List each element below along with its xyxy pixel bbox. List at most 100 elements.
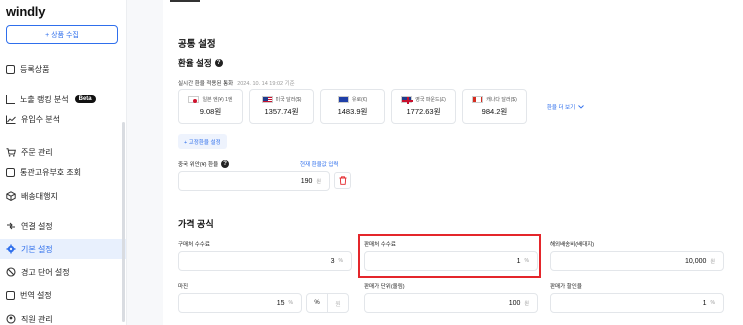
currency-label: 유로(€): [351, 97, 368, 103]
sidebar-item-label: 등록상품: [20, 64, 50, 74]
margin-label: 마진: [178, 284, 189, 290]
id-card-icon: [6, 167, 15, 177]
exchange-title-text: 환율 설정: [178, 58, 212, 68]
sidebar-item-inflow-analysis[interactable]: 유입수 분석: [0, 109, 126, 129]
fixed-rate-button[interactable]: + 고정환율 설정: [178, 134, 227, 149]
app-root: windly + 상품 수집 등록상품 노출 랭킹 분석 Beta 유입수 분석…: [0, 0, 743, 325]
exchange-title: 환율 설정 ?: [178, 57, 223, 69]
exchange-subtitle-text: 실시간 환율 적용된 통화: [178, 81, 234, 87]
current-rate-link[interactable]: 현재 환율값 입력: [300, 160, 338, 168]
sidebar-item-label: 번역 설정: [20, 290, 52, 300]
sidebar-item-label: 노출 랭킹 분석: [20, 94, 69, 104]
collect-product-button[interactable]: + 상품 수집: [6, 25, 118, 44]
more-rates-label: 환율 더 보기: [546, 104, 576, 111]
currency-cards: 일본 엔(¥) 1엔 9.08원 미국 달러($) 1357.74원 유로(€)…: [178, 89, 598, 124]
sidebar-item-basic-settings[interactable]: 기본 설정: [0, 239, 126, 259]
margin-input[interactable]: 15 %: [178, 293, 302, 313]
currency-card-eur[interactable]: 유로(€) 1483.9원: [320, 89, 385, 124]
discount-label: 판매가 할인율: [550, 284, 582, 290]
margin-percent-toggle[interactable]: %: [306, 293, 328, 313]
currency-card-cad[interactable]: 캐나다 달러($) 984.2원: [462, 89, 527, 124]
sidebar-item-warning-words[interactable]: 경고 단어 설정: [0, 262, 126, 282]
block-icon: [6, 267, 16, 277]
sidebar-item-connection-settings[interactable]: 연결 설정: [0, 216, 126, 236]
checkbox-icon: [6, 64, 15, 74]
sidebar-item-orders[interactable]: 주문 관리: [0, 142, 126, 162]
currency-card-usd[interactable]: 미국 달러($) 1357.74원: [249, 89, 314, 124]
canada-flag-icon: [472, 96, 484, 103]
sidebar-item-label: 유입수 분석: [21, 114, 61, 124]
price-formula-title: 가격 공식: [178, 219, 214, 229]
delete-button[interactable]: [334, 172, 351, 189]
sidebar-item-label: 주문 관리: [21, 147, 53, 157]
sidebar-item-label: 연결 설정: [21, 221, 53, 231]
trend-icon: [6, 115, 16, 124]
sidebar-item-customs-code[interactable]: 통관고유부호 조회: [0, 162, 126, 182]
help-icon[interactable]: ?: [221, 160, 230, 168]
overseas-shipping-label: 해외배송비(배대지): [550, 242, 595, 248]
usa-flag-icon: [261, 96, 273, 103]
sidebar-item-label: 경고 단어 설정: [21, 267, 70, 277]
price-unit-value: 100: [508, 299, 521, 307]
box-icon: [6, 191, 16, 201]
sidebar-item-staff[interactable]: 직원 관리: [0, 309, 126, 325]
price-unit-unit: 원: [524, 300, 529, 307]
help-icon[interactable]: ?: [214, 59, 223, 67]
currency-value: 984.2원: [481, 107, 508, 116]
exchange-date: 2024. 10. 14 19:02 기준: [237, 81, 295, 87]
purchase-fee-label: 구매처 수수료: [178, 242, 210, 248]
discount-value: 1: [702, 299, 707, 307]
sidebar-item-label: 통관고유부호 조회: [20, 167, 82, 177]
sidebar-item-label: 기본 설정: [21, 244, 53, 254]
currency-card-jpy[interactable]: 일본 엔(¥) 1엔 9.08원: [178, 89, 243, 124]
sidebar-item-label: 배송대행지: [21, 191, 58, 201]
sidebar-item-forwarding[interactable]: 배송대행지: [0, 186, 126, 206]
currency-value: 9.08원: [199, 107, 222, 116]
tab-indicator: [170, 0, 200, 2]
sidebar-item-registered-products[interactable]: 등록상품: [0, 59, 126, 79]
japan-flag-icon: [188, 96, 200, 103]
cny-rate-unit: 원: [316, 178, 321, 185]
sidebar-scrollbar[interactable]: [122, 122, 125, 322]
currency-label: 영국 파운드(£): [415, 97, 446, 103]
price-unit-label: 판매가 단위(올림): [364, 284, 405, 290]
cart-icon: [6, 147, 16, 157]
price-unit-input[interactable]: 100 원: [364, 293, 538, 313]
exchange-subtitle: 실시간 환율 적용된 통화 2024. 10. 14 19:02 기준: [178, 79, 295, 87]
chevron-down-icon: [578, 104, 584, 109]
currency-label: 캐나다 달러($): [486, 97, 517, 103]
discount-input[interactable]: 1 %: [550, 293, 724, 313]
settings-panel: 공통 설정 환율 설정 ? 실시간 환율 적용된 통화 2024. 10. 14 …: [163, 0, 743, 325]
currency-value: 1772.63원: [406, 107, 441, 116]
eu-flag-icon: [337, 96, 349, 103]
purchase-fee-input[interactable]: 3 %: [178, 251, 352, 271]
purchase-fee-value: 3: [330, 257, 335, 265]
sidebar-item-translation[interactable]: 번역 설정: [0, 285, 126, 305]
currency-value: 1483.9원: [337, 107, 368, 116]
overseas-shipping-unit: 원: [710, 258, 715, 265]
more-rates-button[interactable]: 환율 더 보기: [533, 89, 598, 124]
margin-won-toggle[interactable]: 원: [327, 293, 349, 313]
link-icon: [7, 222, 15, 230]
cny-rate-value: 190: [300, 177, 313, 185]
overseas-shipping-value: 10,000: [684, 257, 707, 265]
gear-icon: [6, 244, 16, 254]
currency-label: 일본 엔(¥) 1엔: [202, 97, 233, 103]
purchase-fee-unit: %: [338, 258, 343, 264]
document-icon: [6, 290, 15, 300]
sidebar-item-ranking-analysis[interactable]: 노출 랭킹 분석 Beta: [0, 89, 126, 109]
margin-value: 15: [276, 299, 285, 307]
margin-unit: %: [288, 300, 293, 306]
uk-flag-icon: [401, 96, 414, 104]
sidebar-item-label: 직원 관리: [21, 314, 53, 324]
currency-label: 미국 달러($): [275, 97, 302, 103]
currency-card-gbp[interactable]: 영국 파운드(£) 1772.63원: [391, 89, 456, 124]
app-logo[interactable]: windly: [6, 4, 45, 19]
overseas-shipping-input[interactable]: 10,000 원: [550, 251, 724, 271]
sidebar: windly + 상품 수집 등록상품 노출 랭킹 분석 Beta 유입수 분석…: [0, 0, 127, 325]
discount-unit: %: [710, 300, 715, 306]
cny-rate-input[interactable]: 190 원: [178, 171, 330, 191]
trash-icon: [339, 176, 346, 185]
cny-rate-label-text: 중국 위안(¥) 환율: [178, 162, 219, 168]
highlight-box: [358, 234, 541, 278]
